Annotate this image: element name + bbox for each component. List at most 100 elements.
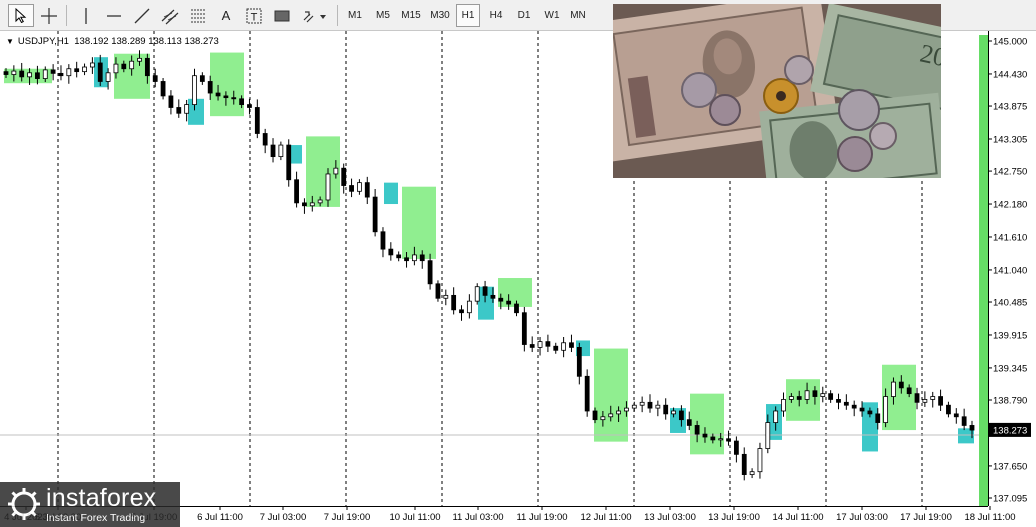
candle-body: [35, 72, 40, 79]
candle-body: [199, 75, 205, 82]
candle-body: [898, 381, 904, 389]
fibonacci-icon[interactable]: [185, 4, 211, 27]
candle: [396, 251, 402, 262]
candle: [647, 394, 653, 413]
candle-body: [168, 95, 174, 108]
candle: [341, 163, 347, 194]
price-tick-label: 141.610: [993, 232, 1027, 243]
timeframe-h1-button[interactable]: H1: [456, 4, 480, 27]
timeframe-w1-button[interactable]: W1: [540, 4, 564, 27]
vertical-line-icon[interactable]: [73, 4, 99, 27]
candle-body: [969, 425, 975, 431]
candle-body: [231, 97, 237, 100]
candle-body: [576, 347, 582, 377]
candle: [286, 139, 292, 187]
bull-signal-zone: [594, 348, 628, 442]
candle: [953, 408, 959, 424]
crosshair-icon[interactable]: [36, 4, 62, 27]
candle: [176, 99, 182, 118]
time-tick-label: 11 Jul 19:00: [516, 512, 567, 523]
candle-body: [891, 381, 896, 397]
timeframe-m30-button[interactable]: M30: [427, 4, 453, 27]
candle-body: [207, 81, 213, 94]
candle-body: [906, 387, 912, 395]
candle-body: [364, 182, 370, 198]
price-tick-label: 139.345: [993, 363, 1027, 374]
candle-body: [435, 283, 441, 299]
time-tick-label: 17 Jul 19:00: [900, 512, 952, 523]
time-tick-label: 13 Jul 19:00: [708, 512, 760, 523]
candle-body: [192, 75, 197, 105]
candle-body: [11, 70, 17, 75]
candle-body: [521, 312, 527, 345]
candle-body: [19, 70, 25, 78]
candle-body: [113, 63, 119, 74]
candle: [961, 408, 967, 431]
candle-body: [545, 341, 551, 347]
candle: [451, 287, 457, 315]
candle-body: [3, 71, 9, 75]
candle-body: [215, 92, 221, 97]
trendline-icon[interactable]: [129, 4, 155, 27]
candle-body: [184, 104, 190, 114]
yen-dollar-banknotes-photo: 20: [613, 4, 941, 178]
candle-body: [702, 433, 708, 438]
candle-body: [733, 440, 739, 455]
candle: [545, 334, 551, 353]
dropdown-triangle-icon[interactable]: ▼: [6, 37, 14, 46]
candle: [58, 65, 64, 81]
volume-side-bar: [979, 35, 988, 506]
candle-body: [938, 396, 943, 406]
candle: [749, 468, 755, 479]
candle-body: [66, 68, 72, 77]
price-tick-label: 142.750: [993, 167, 1027, 178]
timeframe-m5-button[interactable]: M5: [372, 4, 394, 27]
time-tick-label: 13 Jul 03:00: [644, 512, 696, 523]
toolbar-separator: [337, 5, 338, 26]
candle-body: [333, 167, 339, 175]
candle: [529, 336, 535, 353]
candle: [946, 401, 951, 418]
candle: [828, 390, 834, 403]
candle-body: [788, 396, 794, 400]
candle-body: [773, 410, 779, 423]
channel-icon[interactable]: [157, 4, 183, 27]
timeframe-d1-button[interactable]: D1: [512, 4, 536, 27]
candle: [741, 447, 747, 481]
candle: [569, 334, 574, 353]
candle: [576, 342, 582, 385]
candle: [938, 389, 943, 411]
candle: [459, 305, 464, 321]
candle-body: [294, 179, 299, 204]
cursor-arrow-icon[interactable]: [8, 4, 34, 27]
timeframe-h4-button[interactable]: H4: [484, 4, 508, 27]
time-tick-label: 7 Jul 19:00: [324, 512, 370, 523]
candle-body: [828, 393, 834, 400]
timeframe-m1-button[interactable]: M1: [344, 4, 366, 27]
candle-body: [679, 410, 684, 421]
candle: [663, 398, 669, 420]
timeframe-m15-button[interactable]: M15: [398, 4, 424, 27]
candle-body: [239, 98, 245, 105]
text-label-icon[interactable]: T: [241, 4, 267, 27]
candle-body: [396, 254, 402, 259]
candle-body: [89, 62, 95, 68]
candle-body: [529, 344, 535, 348]
candle-body: [82, 66, 87, 73]
text-tool-icon[interactable]: A: [213, 4, 239, 27]
rectangle-icon[interactable]: [269, 4, 295, 27]
candle-body: [27, 72, 32, 78]
candle: [726, 430, 731, 446]
candle-body: [278, 144, 284, 158]
candle-body: [631, 404, 637, 409]
horizontal-line-icon[interactable]: [101, 4, 127, 27]
candle-body: [443, 294, 449, 299]
candle: [192, 68, 197, 111]
candle: [152, 68, 158, 88]
price-tick-label: 141.040: [993, 265, 1027, 276]
bear-signal-zone: [384, 182, 398, 205]
arrows-dropdown-icon[interactable]: [300, 4, 330, 27]
candle-body: [671, 410, 676, 415]
timeframe-mn-button[interactable]: MN: [567, 4, 589, 27]
candle-body: [270, 144, 276, 158]
